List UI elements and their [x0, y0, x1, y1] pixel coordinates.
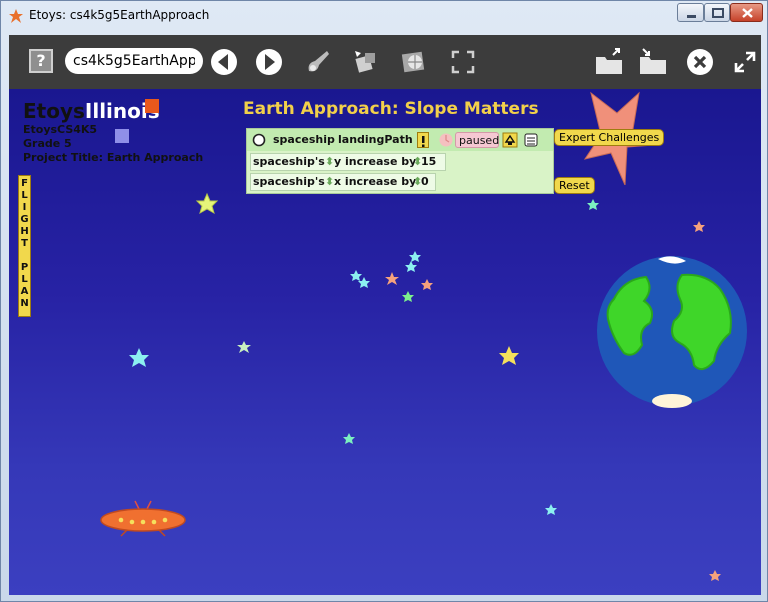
full-screen-icon[interactable] [446, 45, 480, 79]
star [350, 270, 362, 281]
star [499, 346, 519, 365]
star [129, 348, 149, 367]
star [693, 221, 705, 232]
earth-globe[interactable] [594, 249, 750, 413]
spaceship[interactable] [99, 499, 189, 539]
quit-icon[interactable] [683, 45, 717, 79]
etoys-toolbar: ? [9, 35, 761, 89]
star [358, 277, 370, 288]
star [545, 504, 557, 515]
supplies-icon[interactable] [349, 45, 383, 79]
title-bar[interactable]: Etoys: cs4k5g5EarthApproach [1, 1, 767, 31]
minimize-button[interactable] [677, 3, 704, 22]
star [343, 433, 355, 444]
star [587, 199, 599, 210]
star [195, 192, 219, 215]
language-globe-icon[interactable] [397, 45, 431, 79]
load-project-icon[interactable] [593, 45, 627, 79]
star [237, 341, 251, 353]
paint-brush-icon[interactable] [301, 45, 335, 79]
next-page-icon[interactable] [252, 45, 286, 79]
etoys-app-icon [9, 9, 23, 23]
app-window: Etoys: cs4k5g5EarthApproach ? cs4k5g5Ear… [0, 0, 768, 602]
star [405, 261, 417, 272]
maximize-button[interactable] [704, 3, 730, 22]
previous-page-icon[interactable] [207, 45, 241, 79]
save-project-icon[interactable] [637, 45, 671, 79]
expand-window-icon[interactable] [728, 45, 762, 79]
etoys-world[interactable]: EtoysIllinois EtoysCS4K5 Grade 5 Project… [9, 89, 761, 595]
star [709, 570, 721, 581]
star [421, 279, 433, 290]
star [402, 291, 414, 302]
close-window-button[interactable] [730, 3, 763, 22]
star [409, 251, 421, 262]
help-button[interactable]: ? [29, 49, 53, 73]
star [385, 272, 399, 285]
project-name-field[interactable] [65, 48, 203, 74]
window-title: Etoys: cs4k5g5EarthApproach [29, 8, 210, 22]
